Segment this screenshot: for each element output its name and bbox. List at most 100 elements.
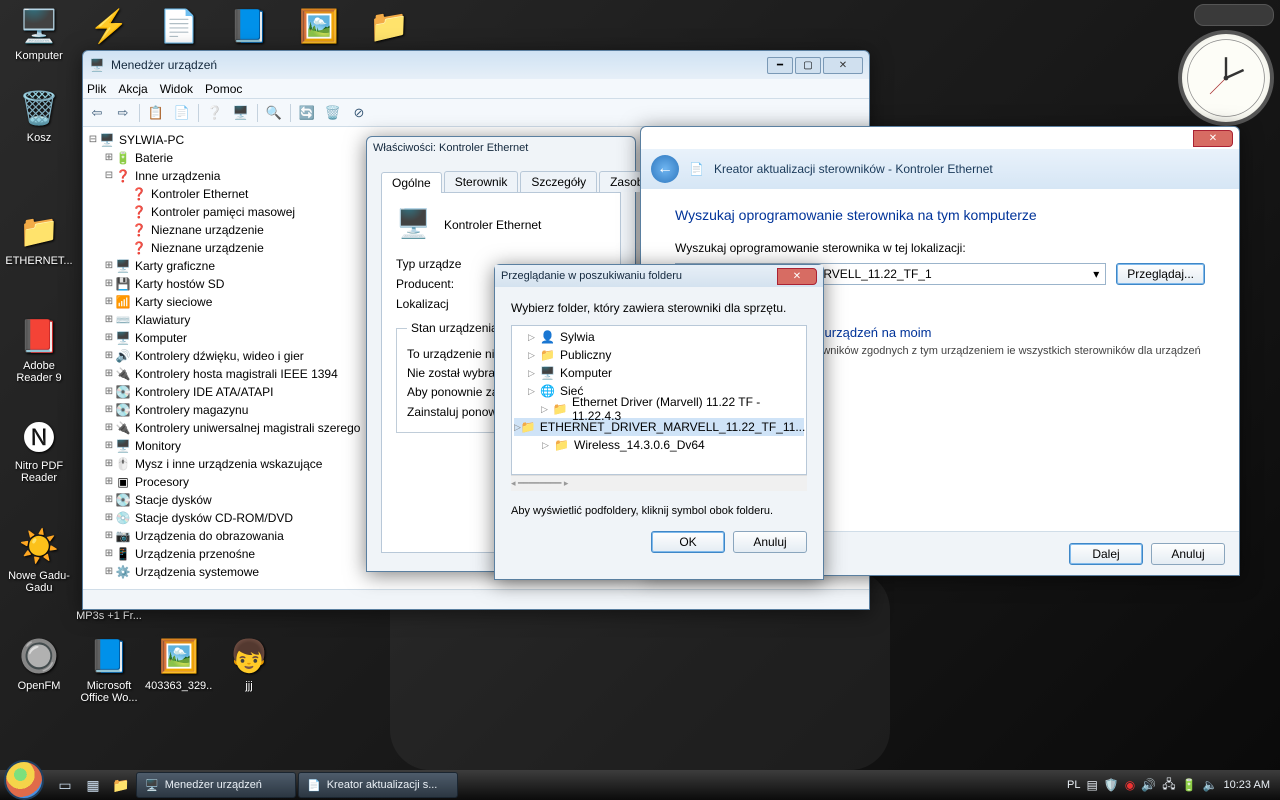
folder-item[interactable]: ▷📁Publiczny	[514, 346, 804, 364]
view-icon[interactable]: 🖥️	[231, 103, 251, 123]
cancel-button[interactable]: Anuluj	[733, 531, 807, 553]
menu-pomoc[interactable]: Pomoc	[205, 82, 242, 96]
folder-item[interactable]: ▷👤Sylwia	[514, 328, 804, 346]
expander-icon[interactable]: ⊞	[103, 257, 115, 275]
tray-icon[interactable]: 🔊	[1141, 778, 1156, 792]
folder-item[interactable]: ▷📁Ethernet Driver (Marvell) 11.22 TF - 1…	[514, 400, 804, 418]
taskbar-task[interactable]: 📄Kreator aktualizacji s...	[298, 772, 458, 798]
desktop-icon-folder-top[interactable]: 📁	[354, 4, 424, 50]
expander-icon[interactable]: ⊞	[103, 293, 115, 311]
expander-icon[interactable]: ▷	[528, 350, 540, 361]
menu-widok[interactable]: Widok	[160, 82, 193, 96]
titlebar[interactable]: 🖥️ Menedżer urządzeń ━ ▢ ✕	[83, 51, 869, 79]
expander-icon[interactable]: ▷	[528, 332, 540, 343]
desktop-icon-doc1[interactable]: 📄	[144, 4, 214, 50]
expander-icon[interactable]: ⊞	[103, 401, 115, 419]
expander-icon[interactable]: ▷	[528, 386, 540, 397]
language-indicator[interactable]: PL	[1067, 779, 1080, 791]
volume-icon[interactable]: 🔈	[1203, 778, 1218, 792]
folder-tree[interactable]: ▷👤Sylwia▷📁Publiczny▷🖥️Komputer▷🌐Sieć▷📁Et…	[511, 325, 807, 475]
expander-icon[interactable]: ⊞	[103, 365, 115, 383]
tab-strip[interactable]: OgólneSterownikSzczegółyZasoby	[381, 171, 621, 193]
desktop-icon-winamp[interactable]: ⚡	[74, 4, 144, 50]
cancel-button[interactable]: Anuluj	[1151, 543, 1225, 565]
desktop-icon-Adobe Reader 9[interactable]: 📕Adobe Reader 9	[4, 314, 74, 384]
browse-for-folder-dialog[interactable]: Przeglądanie w poszukiwaniu folderu ✕ Wy…	[494, 264, 824, 580]
expander-icon[interactable]: ▷	[541, 404, 553, 415]
update-icon[interactable]: 🔄	[297, 103, 317, 123]
scan-icon[interactable]: 🔍	[264, 103, 284, 123]
forward-icon[interactable]: ⇨	[113, 103, 133, 123]
quick-launch-icon[interactable]: 📁	[108, 772, 134, 798]
toolbar[interactable]: ⇦ ⇨ 📋 📄 ❔ 🖥️ 🔍 🔄 🗑️ ⊘	[83, 99, 869, 127]
desktop-icon-ETHERNET...[interactable]: 📁ETHERNET...	[4, 209, 74, 267]
desktop-icon-Nitro PDF Reader[interactable]: 🅝Nitro PDF Reader	[4, 414, 74, 484]
clock[interactable]: 10:23 AM	[1224, 779, 1270, 791]
uninstall-icon[interactable]: 🗑️	[323, 103, 343, 123]
expander-icon[interactable]: ▷	[542, 440, 554, 451]
desktop-icon-Microsoft Office Wo...[interactable]: 📘Microsoft Office Wo...	[74, 634, 144, 704]
show-desktop-icon[interactable]: ▭	[52, 772, 78, 798]
clock-gadget[interactable]	[1178, 30, 1274, 126]
desktop-icon-jjj[interactable]: 👦jjj	[214, 634, 284, 692]
expander-icon[interactable]: ⊞	[103, 347, 115, 365]
titlebar[interactable]: Przeglądanie w poszukiwaniu folderu ✕	[495, 265, 823, 287]
expander-icon[interactable]: ▷	[528, 368, 540, 379]
horizontal-scrollbar[interactable]: ◂ ━━━━━━━━ ▸	[511, 475, 807, 491]
minimize-button[interactable]: ━	[767, 57, 793, 74]
folder-item[interactable]: ▷📁ETHERNET_DRIVER_MARVELL_11.22_TF_11...	[514, 418, 804, 436]
expander-icon[interactable]: ⊟	[87, 131, 99, 149]
expander-icon[interactable]: ⊞	[103, 329, 115, 347]
tab-ogólne[interactable]: Ogólne	[381, 172, 442, 193]
tray-icon[interactable]: ◉	[1125, 778, 1135, 792]
expander-icon[interactable]: ⊞	[103, 419, 115, 437]
tray-icon[interactable]: ▤	[1086, 778, 1097, 792]
close-button[interactable]: ✕	[1193, 130, 1233, 147]
expander-icon[interactable]: ⊞	[103, 509, 115, 527]
properties-icon[interactable]: 📄	[172, 103, 192, 123]
desktop-icon-Nowe Gadu-Gadu[interactable]: ☀️Nowe Gadu-Gadu	[4, 524, 74, 594]
taskbar[interactable]: ▭ ▦ 📁 🖥️Menedżer urządzeń📄Kreator aktual…	[0, 770, 1280, 800]
help-icon[interactable]: ❔	[205, 103, 225, 123]
next-button[interactable]: Dalej	[1069, 543, 1143, 565]
expander-icon[interactable]: ⊞	[103, 563, 115, 581]
expander-icon[interactable]: ▷	[514, 422, 521, 433]
expander-icon[interactable]: ⊞	[103, 491, 115, 509]
switch-windows-icon[interactable]: ▦	[80, 772, 106, 798]
titlebar[interactable]: Właściwości: Kontroler Ethernet	[367, 137, 635, 159]
expander-icon[interactable]: ⊞	[103, 149, 115, 167]
desktop-icon-Kosz[interactable]: 🗑️Kosz	[4, 86, 74, 144]
folder-item[interactable]: ▷🖥️Komputer	[514, 364, 804, 382]
folder-item[interactable]: ▷📁Wireless_14.3.0.6_Dv64	[514, 436, 804, 454]
desktop-icon-403363_329...[interactable]: 🖼️403363_329...	[144, 634, 214, 692]
start-button[interactable]	[4, 760, 44, 800]
ok-button[interactable]: OK	[651, 531, 725, 553]
taskbar-task[interactable]: 🖥️Menedżer urządzeń	[136, 772, 296, 798]
expander-icon[interactable]: ⊞	[103, 437, 115, 455]
expander-icon[interactable]: ⊞	[103, 473, 115, 491]
back-button[interactable]: ←	[651, 155, 679, 183]
expander-icon[interactable]: ⊞	[103, 383, 115, 401]
desktop-icon-Komputer[interactable]: 🖥️Komputer	[4, 4, 74, 62]
menu-akcja[interactable]: Akcja	[118, 82, 147, 96]
system-tray[interactable]: PL ▤ 🛡️ ◉ 🔊 🖧 🔋 🔈 10:23 AM	[1067, 775, 1280, 796]
tab-szczegóły[interactable]: Szczegóły	[520, 171, 597, 192]
expander-icon[interactable]: ⊟	[103, 167, 115, 185]
close-button[interactable]: ✕	[777, 268, 817, 285]
desktop-icon-doc-word[interactable]: 📘	[214, 4, 284, 50]
tray-icon[interactable]: 🛡️	[1104, 778, 1119, 792]
menubar[interactable]: PlikAkcjaWidokPomoc	[83, 79, 869, 99]
disable-icon[interactable]: ⊘	[349, 103, 369, 123]
desktop-icon-photo[interactable]: 🖼️	[284, 4, 354, 50]
maximize-button[interactable]: ▢	[795, 57, 821, 74]
expander-icon[interactable]: ⊞	[103, 455, 115, 473]
battery-icon[interactable]: 🔋	[1182, 778, 1197, 792]
close-button[interactable]: ✕	[823, 57, 863, 74]
network-icon[interactable]: 🖧	[1162, 775, 1175, 796]
expander-icon[interactable]: ⊞	[103, 527, 115, 545]
desktop-icon-OpenFM[interactable]: 🔘OpenFM	[4, 634, 74, 692]
back-icon[interactable]: ⇦	[87, 103, 107, 123]
expander-icon[interactable]: ⊞	[103, 275, 115, 293]
tab-sterownik[interactable]: Sterownik	[444, 171, 519, 192]
browse-button[interactable]: Przeglądaj...	[1116, 263, 1205, 285]
